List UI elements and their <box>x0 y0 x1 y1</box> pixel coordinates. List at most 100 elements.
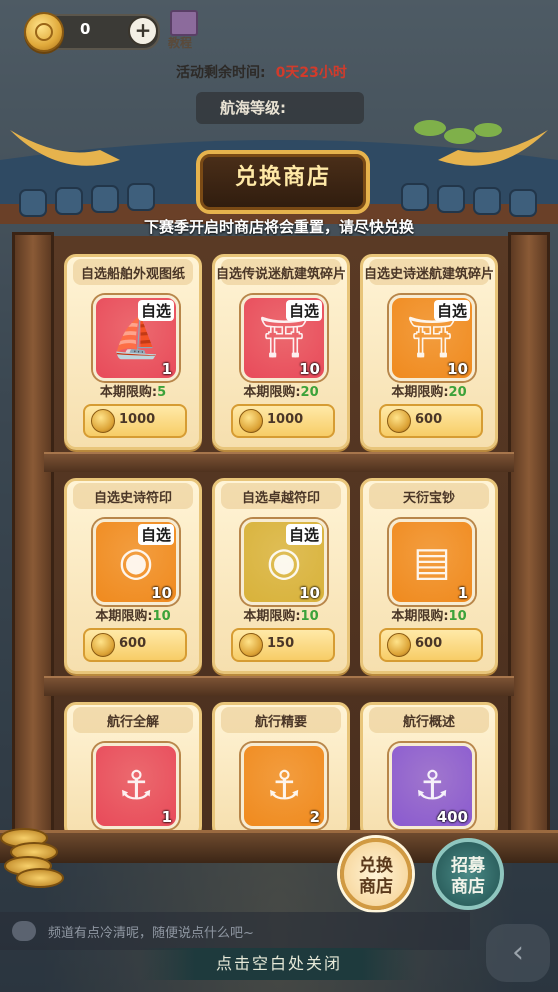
shop-item-card[interactable]: 自选史诗符印 ◉ 自选 10 本期限购:10 600 <box>64 478 202 674</box>
chat-placeholder: 频道有点冷清呢，随便说点什么吧~ <box>48 926 254 941</box>
coin-icon <box>387 633 411 657</box>
item-icon-tile: ⚓ 2 <box>241 743 327 829</box>
item-price: 600 <box>415 636 443 651</box>
cabinet-post-left <box>12 232 54 848</box>
item-count: 1 <box>161 808 172 826</box>
limit-label: 本期限购: <box>243 609 301 624</box>
optional-badge: 自选 <box>285 300 322 321</box>
buy-button[interactable]: 600 <box>83 628 187 662</box>
item-count: 1 <box>457 584 468 602</box>
optional-badge: 自选 <box>285 524 322 545</box>
item-price: 1000 <box>119 412 156 427</box>
purchase-limit: 本期限购:10 <box>67 605 199 624</box>
buy-button[interactable]: 1000 <box>83 404 187 438</box>
shop-item-card[interactable]: 天衍宝钞 ▤ 1 本期限购:10 600 <box>360 478 498 674</box>
buy-button[interactable]: 600 <box>379 404 483 438</box>
limit-value: 20 <box>448 385 467 400</box>
limit-value: 10 <box>300 609 319 624</box>
item-icon-tile: ▤ 1 <box>389 519 475 605</box>
item-price: 150 <box>267 636 295 651</box>
shop-item-card[interactable]: 自选卓越符印 ◉ 自选 10 本期限购:10 150 <box>212 478 350 674</box>
item-name: 自选船舶外观图纸 <box>80 267 185 282</box>
shop-title-sign: 兑换商店 <box>196 150 370 214</box>
item-icon-tile: ⚓ 1 <box>93 743 179 829</box>
remaining-label: 活动剩余时间: <box>176 65 266 81</box>
item-name: 航行全解 <box>106 715 159 730</box>
item-name: 天衍宝钞 <box>402 491 455 506</box>
item-icon-tile: ⛩ 自选 10 <box>389 295 475 381</box>
item-count: 10 <box>299 584 320 602</box>
item-price: 1000 <box>267 412 304 427</box>
limit-label: 本期限购: <box>391 385 449 400</box>
shop-item-card[interactable]: 航行精要 ⚓ 2 <box>212 702 350 838</box>
purchase-limit: 本期限购:20 <box>215 381 347 400</box>
shop-item-card[interactable]: 自选船舶外观图纸 ⛵ 自选 1 本期限购:5 1000 <box>64 254 202 450</box>
item-count: 1 <box>161 360 172 378</box>
item-count: 10 <box>299 360 320 378</box>
purchase-limit: 本期限购:20 <box>363 381 495 400</box>
item-icon-tile: ⚓ 400 <box>389 743 475 829</box>
limit-value: 10 <box>152 609 171 624</box>
add-currency-button[interactable]: + <box>128 16 158 46</box>
limit-value: 5 <box>157 385 167 400</box>
coin-icon <box>91 409 115 433</box>
shelf <box>44 452 514 472</box>
buy-button[interactable]: 150 <box>231 628 335 662</box>
limit-label: 本期限购: <box>99 385 158 400</box>
coin-icon <box>239 633 263 657</box>
optional-badge: 自选 <box>137 524 174 545</box>
coin-icon <box>239 409 263 433</box>
coin-pile-decoration <box>0 820 64 890</box>
back-button[interactable]: ‹ <box>486 924 550 982</box>
recruit-shop-label: 招募 商店 <box>451 856 485 897</box>
chat-bubble-icon <box>12 921 36 941</box>
remaining-value: 0天23小时 <box>275 65 347 81</box>
coin-value: 0 <box>80 20 91 38</box>
item-price: 600 <box>415 412 443 427</box>
limit-value: 10 <box>448 609 467 624</box>
recruit-shop-button[interactable]: 招募 商店 <box>432 838 504 910</box>
item-name: 自选传说迷航建筑碎片 <box>215 267 346 282</box>
shop-title: 兑换商店 <box>234 165 331 190</box>
item-price: 600 <box>119 636 147 651</box>
item-icon-tile: ⛵ 自选 1 <box>93 295 179 381</box>
buy-button[interactable]: 600 <box>379 628 483 662</box>
shop-item-card[interactable]: 航行全解 ⚓ 1 <box>64 702 202 838</box>
item-name: 航行精要 <box>254 715 307 730</box>
item-icon-tile: ◉ 自选 10 <box>241 519 327 605</box>
item-name: 自选史诗符印 <box>93 491 172 506</box>
close-hint[interactable]: 点击空白处关闭 <box>140 948 418 980</box>
chat-bar[interactable]: 频道有点冷清呢，随便说点什么吧~ <box>0 912 470 950</box>
optional-badge: 自选 <box>433 300 470 321</box>
item-count: 400 <box>436 808 468 826</box>
exchange-shop-button[interactable]: 兑换 商店 <box>340 838 412 910</box>
back-arrow-icon: ‹ <box>512 935 524 970</box>
cabinet-post-right <box>508 232 550 848</box>
item-count: 10 <box>151 584 172 602</box>
item-icon-tile: ⛩ 自选 10 <box>241 295 327 381</box>
item-count: 10 <box>447 360 468 378</box>
tutorial-label: 教程 <box>168 36 193 50</box>
shop-item-card[interactable]: 自选传说迷航建筑碎片 ⛩ 自选 10 本期限购:20 1000 <box>212 254 350 450</box>
event-remaining-time: 活动剩余时间: 0天23小时 <box>176 62 347 82</box>
limit-label: 本期限购: <box>243 385 301 400</box>
buy-button[interactable]: 1000 <box>231 404 335 438</box>
close-hint-text: 点击空白处关闭 <box>215 954 342 973</box>
shop-item-card[interactable]: 自选史诗迷航建筑碎片 ⛩ 自选 10 本期限购:20 600 <box>360 254 498 450</box>
item-name: 自选卓越符印 <box>241 491 320 506</box>
shop-item-card[interactable]: 航行概述 ⚓ 400 <box>360 702 498 838</box>
optional-badge: 自选 <box>137 300 174 321</box>
purchase-limit: 本期限购:10 <box>363 605 495 624</box>
item-count: 2 <box>309 808 320 826</box>
tutorial-icon <box>170 10 198 36</box>
limit-label: 本期限购: <box>391 609 449 624</box>
exchange-shop-label: 兑换 商店 <box>359 856 393 897</box>
shelf <box>44 676 514 696</box>
limit-value: 20 <box>300 385 319 400</box>
tutorial-button[interactable]: 教程 <box>168 10 198 50</box>
purchase-limit: 本期限购:5 <box>67 381 199 400</box>
coin-icon <box>91 633 115 657</box>
purchase-limit: 本期限购:10 <box>215 605 347 624</box>
plus-icon: + <box>134 18 152 42</box>
item-name: 航行概述 <box>402 715 455 730</box>
